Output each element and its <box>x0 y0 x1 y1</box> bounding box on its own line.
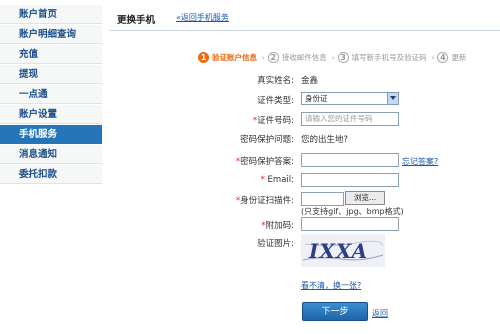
security-answer-label: *密码保护答案: <box>174 155 294 167</box>
id-scan-label: *身份证扫描件: <box>174 194 294 206</box>
id-scan-file-input[interactable] <box>301 192 344 206</box>
step-arrow-icon: › <box>262 53 265 62</box>
sidebar-item-recharge[interactable]: 充值 <box>0 45 102 64</box>
page-title: 更换手机 <box>117 15 156 26</box>
id-type-label: 证件类型: <box>257 96 294 106</box>
id-number-input[interactable]: 请输入您的证件号码 <box>301 112 399 126</box>
sidebar-item-withdraw[interactable]: 提现 <box>0 65 102 84</box>
security-answer-label-text: 密码保护答案: <box>240 157 294 167</box>
forgot-answer-link[interactable]: 忘记答案? <box>402 156 438 167</box>
email-label-text: Email: <box>264 175 294 185</box>
extra-code-label-text: 附加码: <box>265 221 294 231</box>
id-scan-label-text: 身份证扫描件: <box>240 196 294 206</box>
chevron-down-icon <box>387 93 398 104</box>
sidebar-item-account-details[interactable]: 账户明细查询 <box>0 25 102 44</box>
security-question-value: 您的出生地? <box>301 135 349 145</box>
extra-code-label: *附加码: <box>174 219 294 231</box>
step-label: 验证账户信息 <box>212 53 257 62</box>
security-answer-input[interactable] <box>301 153 399 167</box>
sidebar-item-yidiantong[interactable]: 一点通 <box>0 85 102 104</box>
refresh-captcha-link[interactable]: 看不清，换一张? <box>301 280 361 291</box>
step-4: 4 更新 <box>437 52 466 63</box>
back-button[interactable]: 返回 <box>372 308 388 319</box>
sidebar-item-notifications[interactable]: 消息通知 <box>0 145 102 164</box>
captcha-image: IXXA <box>301 234 385 267</box>
header-divider <box>110 30 500 31</box>
step-arrow-icon: › <box>431 53 435 62</box>
browse-button[interactable]: 浏览... <box>345 191 385 205</box>
step-number: 4 <box>437 52 449 63</box>
sidebar-item-mobile-service[interactable]: 手机服务 <box>0 125 102 144</box>
sidebar-item-auto-debit[interactable]: 委托扣款 <box>0 165 102 184</box>
security-question-label: 密码保护问题: <box>240 135 294 145</box>
sidebar-item-account-settings[interactable]: 账户设置 <box>0 105 102 124</box>
id-number-label-text: 证件号码: <box>257 116 294 126</box>
real-name-value: 金鑫 <box>301 76 319 86</box>
step-number: 3 <box>337 52 349 63</box>
back-to-mobile-service-link[interactable]: «返回手机服务 <box>176 12 229 23</box>
id-number-label: *证件号码: <box>174 114 294 126</box>
id-type-selected-value: 身份证 <box>305 94 328 103</box>
extra-code-input[interactable] <box>301 217 399 231</box>
step-label: 接收邮件信息 <box>281 53 327 62</box>
sidebar: 账户首页 账户明细查询 充值 提现 一点通 账户设置 手机服务 消息通知 委托扣… <box>0 0 102 334</box>
captcha-label: 验证图片: <box>257 239 294 249</box>
step-arrow-icon: › <box>331 53 335 62</box>
file-format-hint: (只支持gif、jpg、bmp格式) <box>301 207 404 216</box>
step-number: 1 <box>198 52 209 63</box>
captcha-graphic: IXXA <box>301 234 385 267</box>
step-1: 1 验证账户信息 <box>198 52 257 63</box>
email-input[interactable] <box>301 173 399 187</box>
step-label: 更新 <box>451 53 467 62</box>
next-step-button[interactable]: 下一步 <box>302 302 368 321</box>
step-number: 2 <box>267 52 279 63</box>
step-2: 2 接收邮件信息 <box>267 52 327 63</box>
email-label: * Email: <box>174 175 294 185</box>
id-type-select[interactable]: 身份证 <box>301 92 399 105</box>
page-root: 账户首页 账户明细查询 充值 提现 一点通 账户设置 手机服务 消息通知 委托扣… <box>0 0 500 334</box>
step-label: 填写新手机号及验证码 <box>351 53 427 62</box>
real-name-label: 真实姓名: <box>257 76 294 86</box>
step-3: 3 填写新手机号及验证码 <box>337 52 427 63</box>
captcha-text: IXXA <box>308 239 368 263</box>
step-progress: 1 验证账户信息 › 2 接收邮件信息 › 3 填写新手机号及验证码 › 4 更… <box>198 52 468 66</box>
sidebar-item-account-home[interactable]: 账户首页 <box>0 5 102 24</box>
